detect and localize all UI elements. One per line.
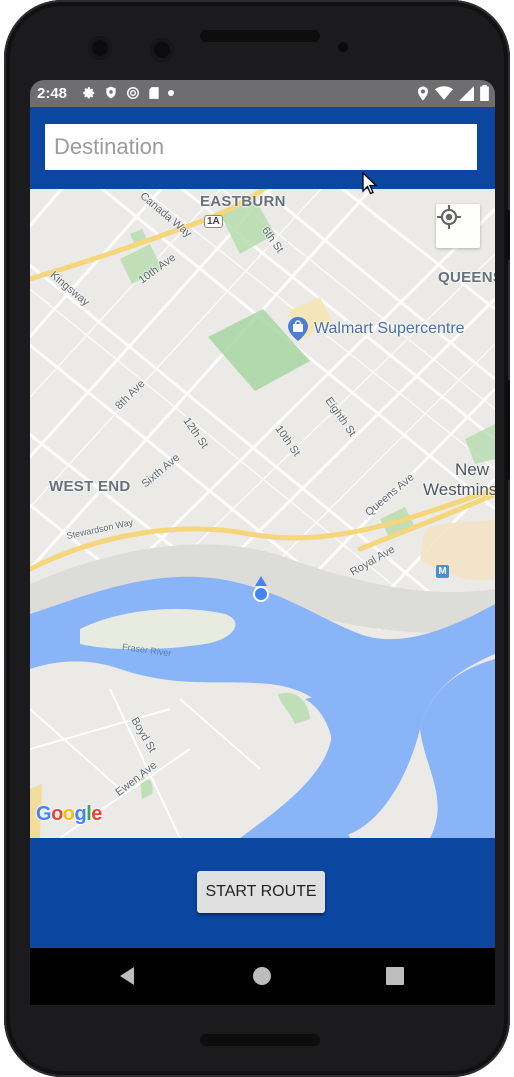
- status-bar: 2:48: [30, 80, 495, 107]
- gear-icon: [83, 86, 95, 99]
- back-icon[interactable]: [118, 966, 136, 986]
- recents-icon[interactable]: [386, 967, 404, 985]
- system-nav-bar: [30, 948, 495, 1005]
- earpiece-speaker: [200, 30, 320, 42]
- google-logo-letter: G: [36, 803, 52, 825]
- poi-label: Walmart Supercentre: [314, 320, 465, 337]
- phone-frame: 2:48 Destination EASTBURN QUEEN WEST END…: [4, 0, 510, 1077]
- start-route-button[interactable]: START ROUTE: [197, 871, 325, 913]
- status-time: 2:48: [37, 85, 68, 102]
- bottom-panel: START ROUTE: [30, 838, 495, 948]
- google-logo-letter: e: [91, 803, 102, 825]
- notification-icons: [82, 85, 174, 100]
- destination-input[interactable]: [45, 124, 477, 170]
- map-label-eastburn: EASTBURN: [200, 193, 286, 210]
- wifi-icon: [435, 86, 453, 100]
- shield-icon: [106, 86, 116, 99]
- map-label-new-westminster-line2: Westmins: [423, 480, 495, 499]
- map-view[interactable]: EASTBURN QUEENS WEST END New Westmins Ca…: [30, 189, 495, 838]
- device-screen: 2:48 Destination EASTBURN QUEEN WEST END…: [30, 80, 495, 1005]
- map-canvas[interactable]: [30, 189, 495, 838]
- app-header: [30, 107, 495, 189]
- crosshair-location-icon: [437, 205, 461, 229]
- google-logo-letter: o: [51, 803, 63, 825]
- mouse-cursor-icon: [362, 172, 378, 195]
- google-logo-letter: o: [62, 803, 75, 825]
- location-icon: [418, 86, 428, 100]
- volume-button: [506, 380, 510, 480]
- home-icon[interactable]: [252, 966, 272, 986]
- front-camera: [88, 36, 112, 60]
- battery-icon: [480, 85, 489, 101]
- google-logo-letter: g: [74, 803, 87, 825]
- cellular-icon: [459, 85, 474, 101]
- proximity-sensor: [338, 42, 348, 52]
- system-icons: [417, 85, 489, 101]
- map-label-queens: QUEENS: [438, 269, 495, 286]
- sd-card-icon: [149, 86, 159, 99]
- google-logo: Google: [36, 803, 102, 826]
- shopping-bag-pin-icon: [288, 317, 308, 341]
- power-button: [506, 210, 510, 260]
- bottom-speaker: [200, 1034, 320, 1046]
- at-icon: [127, 86, 139, 99]
- my-location-button[interactable]: [436, 204, 480, 248]
- transit-station-badge: M: [436, 565, 449, 578]
- highway-badge: 1A: [204, 215, 223, 228]
- map-label-west-end: WEST END: [49, 478, 131, 495]
- front-sensor: [150, 38, 174, 62]
- dot-icon: [168, 89, 174, 96]
- map-label-new-westminster-line1: New: [455, 460, 490, 479]
